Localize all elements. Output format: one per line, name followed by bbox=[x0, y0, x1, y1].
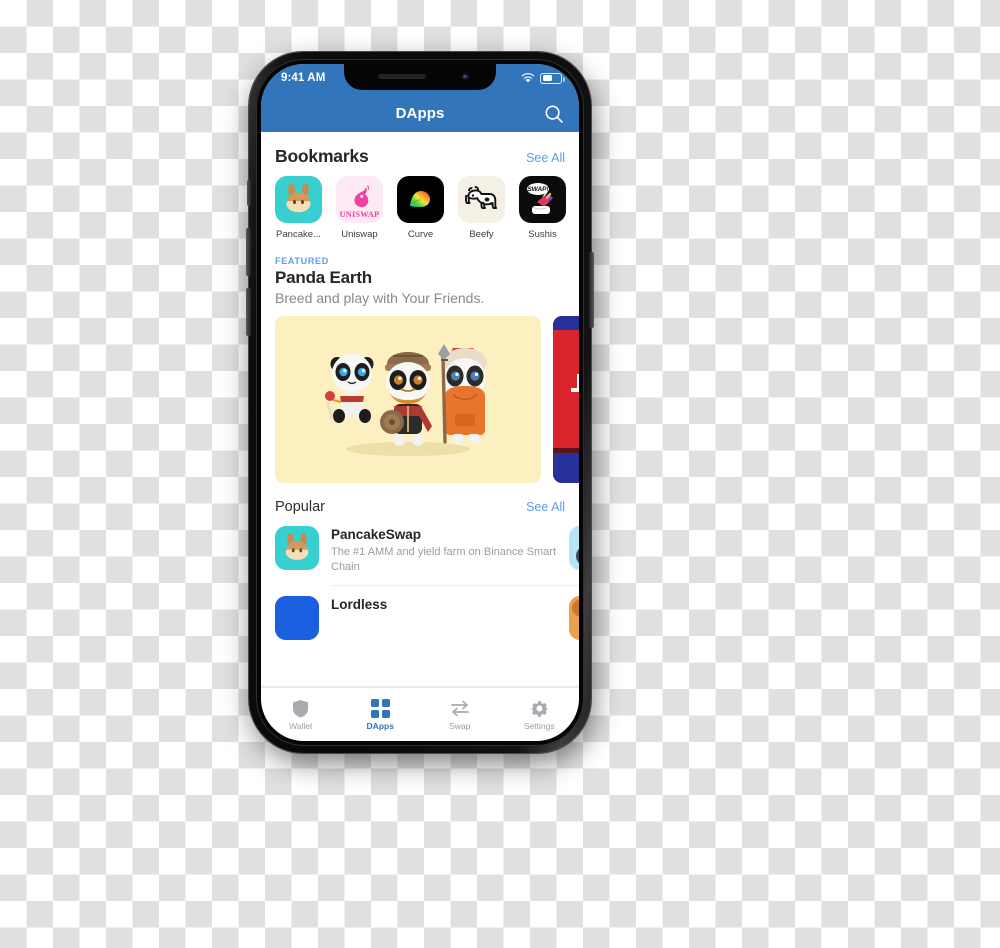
phone-mockup: 9:41 AM DApps Bookmarks See All Pancake.… bbox=[246, 52, 594, 758]
popular-see-all[interactable]: See All bbox=[526, 500, 565, 514]
list-item[interactable]: PancakeSwap The #1 AMM and yield farm on… bbox=[275, 526, 579, 575]
bookmark-label: Sushis bbox=[528, 229, 557, 240]
banner-next-top-band bbox=[553, 316, 579, 330]
volume-up-button[interactable] bbox=[246, 228, 251, 276]
bookmarks-title: Bookmarks bbox=[275, 146, 369, 166]
tab-settings[interactable]: Settings bbox=[500, 698, 580, 731]
uniswap-icon: UNISWAP bbox=[336, 176, 383, 223]
featured-banner-next[interactable] bbox=[553, 316, 579, 483]
svg-text:SWAP!: SWAP! bbox=[527, 186, 549, 193]
featured-title: Panda Earth bbox=[275, 268, 372, 287]
notch bbox=[344, 64, 496, 90]
list-item-text: Lordless bbox=[331, 596, 579, 615]
banner-next-mark-horizontal bbox=[571, 388, 579, 392]
bookmark-label: Beefy bbox=[469, 229, 494, 240]
featured-carousel[interactable] bbox=[275, 316, 579, 483]
curve-icon bbox=[397, 176, 444, 223]
grid-icon bbox=[341, 698, 421, 718]
bookmarks-header: Bookmarks See All bbox=[261, 132, 579, 167]
speaker-grille bbox=[378, 74, 426, 79]
bookmark-item-beefy[interactable]: Beefy bbox=[458, 176, 505, 240]
popular-list[interactable]: PancakeSwap The #1 AMM and yield farm on… bbox=[261, 526, 579, 641]
list-item-text: PancakeSwap The #1 AMM and yield farm on… bbox=[331, 526, 579, 575]
lordless-icon bbox=[275, 596, 319, 641]
gear-icon bbox=[500, 698, 580, 718]
popular-header: Popular See All bbox=[261, 483, 579, 515]
banner-next-bottom-band bbox=[553, 453, 579, 483]
wifi-icon bbox=[521, 72, 535, 84]
nav-bar: DApps bbox=[261, 94, 579, 132]
shield-icon bbox=[261, 698, 341, 718]
silent-switch[interactable] bbox=[247, 180, 251, 206]
tab-label: Wallet bbox=[289, 721, 313, 731]
tab-label: DApps bbox=[366, 721, 394, 731]
featured-banner-panda-earth[interactable] bbox=[275, 316, 541, 483]
sushiswap-icon: SWAP! bbox=[519, 176, 566, 223]
battery-fill bbox=[542, 75, 553, 81]
popular-peek-icon-1[interactable] bbox=[569, 526, 579, 570]
tab-bar[interactable]: Wallet DApps Swap Settings bbox=[261, 687, 579, 741]
bookmark-label: Curve bbox=[407, 229, 434, 240]
volume-down-button[interactable] bbox=[246, 288, 251, 336]
scroll-content[interactable]: Bookmarks See All Pancake... UNISWAP Uni… bbox=[261, 132, 579, 687]
bookmarks-see-all[interactable]: See All bbox=[526, 151, 565, 165]
beefy-icon bbox=[458, 176, 505, 223]
featured-subtitle: Breed and play with Your Friends. bbox=[275, 290, 485, 306]
tab-label: Swap bbox=[449, 721, 471, 731]
power-button[interactable] bbox=[589, 252, 594, 328]
tab-wallet[interactable]: Wallet bbox=[261, 698, 341, 731]
bookmark-label: Pancake... bbox=[276, 229, 321, 240]
popular-title: Popular bbox=[275, 499, 325, 515]
bookmark-label: Uniswap bbox=[341, 229, 378, 240]
list-item[interactable]: Lordless bbox=[275, 596, 579, 641]
pancakeswap-icon bbox=[275, 176, 322, 223]
featured-kicker: FEATURED bbox=[275, 256, 329, 266]
battery-icon bbox=[540, 72, 565, 84]
list-item-description: The #1 AMM and yield farm on Binance Sma… bbox=[331, 546, 556, 574]
featured-section: FEATURED Panda Earth Breed and play with… bbox=[261, 240, 579, 483]
tab-swap[interactable]: Swap bbox=[420, 698, 500, 731]
tab-label: Settings bbox=[523, 721, 555, 731]
pancakeswap-icon bbox=[275, 526, 319, 570]
bookmarks-row[interactable]: Pancake... UNISWAP Uniswap Curve Beefy S… bbox=[261, 167, 579, 240]
status-bar-indicators bbox=[521, 72, 565, 84]
swap-arrows-icon bbox=[420, 698, 500, 718]
status-bar-time: 9:41 AM bbox=[281, 72, 326, 84]
page-title: DApps bbox=[395, 104, 445, 122]
list-divider bbox=[331, 585, 579, 587]
tab-dapps[interactable]: DApps bbox=[341, 698, 421, 731]
phone-screen: 9:41 AM DApps Bookmarks See All Pancake.… bbox=[261, 64, 579, 741]
front-camera-icon bbox=[461, 72, 470, 81]
search-icon[interactable] bbox=[543, 103, 565, 125]
list-item-name: Lordless bbox=[331, 597, 388, 613]
bookmark-item-pancakeswap[interactable]: Pancake... bbox=[275, 176, 322, 240]
list-item-name: PancakeSwap bbox=[331, 527, 422, 542]
bookmark-item-sushiswap[interactable]: SWAP! Sushis bbox=[519, 176, 566, 240]
bookmark-item-uniswap[interactable]: UNISWAP Uniswap bbox=[336, 176, 383, 240]
svg-text:UNISWAP: UNISWAP bbox=[340, 210, 380, 219]
bookmark-item-curve[interactable]: Curve bbox=[397, 176, 444, 240]
popular-peek-icon-2[interactable] bbox=[569, 596, 579, 641]
